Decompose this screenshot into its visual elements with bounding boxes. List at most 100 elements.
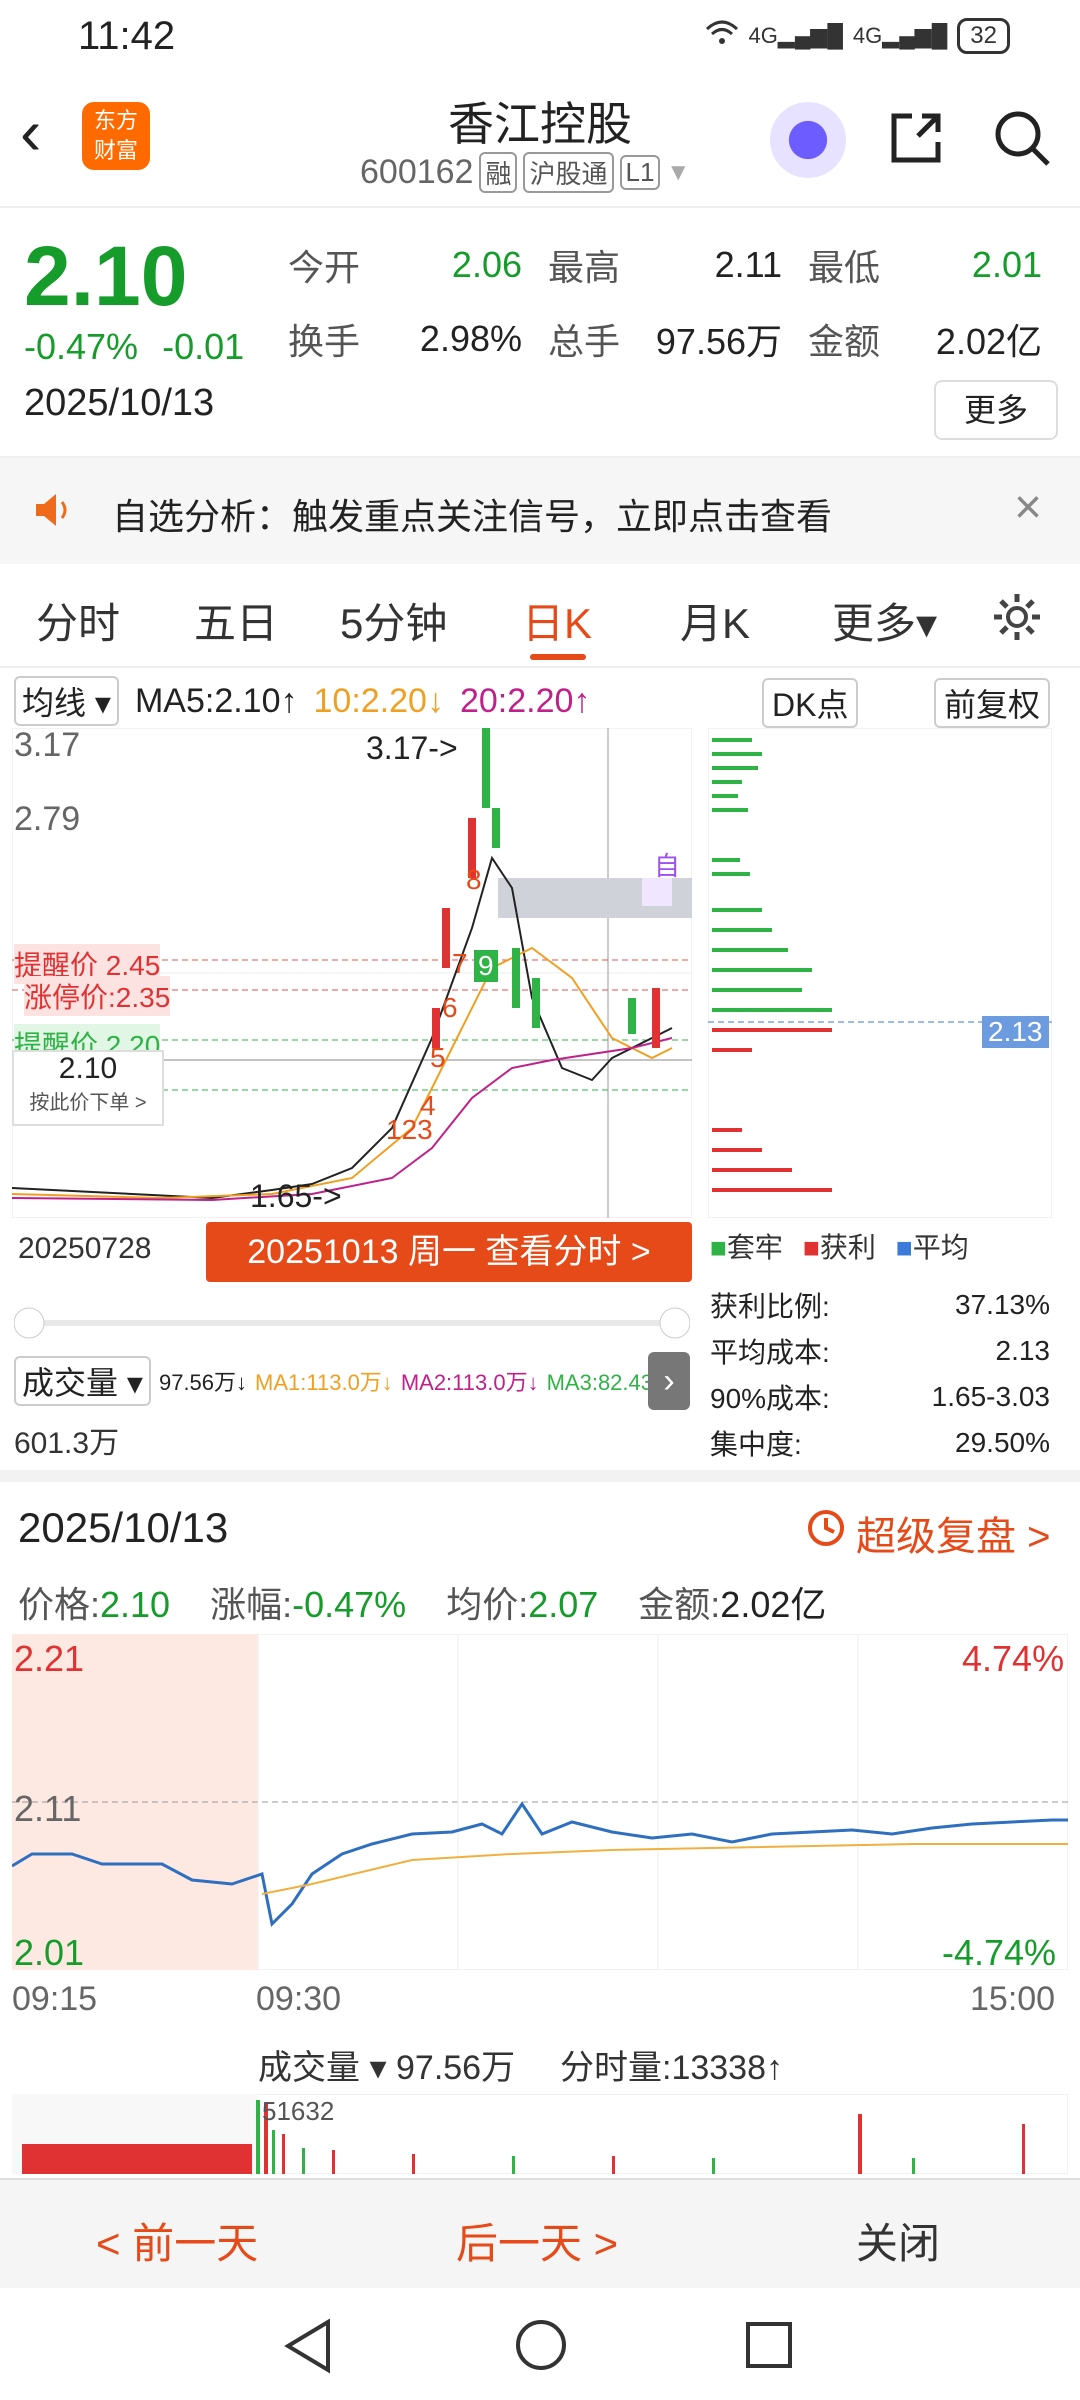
volume-indicator: 成交量 ▾ 97.56万↓ MA1:113.0万↓ MA2:113.0万↓ MA… [14,1356,686,1406]
system-nav-bar [0,2288,1080,2400]
limit-up-label: 涨停价:2.35 [24,976,171,1016]
order-price-box[interactable]: 2.10 按此价下单 > [12,1050,164,1126]
peak-marker: 3.17-> [366,730,458,766]
chip-stats: 获利比例: 37.13% 平均成本: 2.13 90%成本: 1.65-3.03 集中… [710,1282,1050,1466]
super-review-link[interactable]: 超级复盘 > [804,1504,1050,1562]
intraday-volume-select[interactable]: 成交量 ▾ [258,2040,387,2089]
intraday-volume-chart [12,2094,1068,2174]
volume-select[interactable]: 成交量 ▾ [14,1356,151,1406]
bottom-action-bar: < 前一天 后一天 > 关闭 [0,2178,1080,2290]
ma20-value: 20:2.20↑ [459,681,591,720]
stat-row: 90%成本: 1.65-3.03 [710,1381,1050,1414]
analysis-banner[interactable]: 自选分析：触发重点关注信号，立即点击查看 × [0,456,1080,564]
wifi-icon [705,19,739,53]
tab-five-day[interactable]: 五日 [194,590,278,651]
intraday-volume-total: 97.56万 [396,2049,516,2087]
close-icon[interactable]: × [1014,480,1042,535]
status-bar: 11:42 4G▂▄▆█ 4G▂▄▆█ 32 [0,0,1080,72]
time-0930: 09:30 [256,1980,342,2018]
intraday-date: 2025/10/13 [18,1504,229,1551]
prev-day-button[interactable]: < 前一天 [96,2210,258,2271]
dropdown-icon[interactable]: ▼ [666,159,690,187]
time-0915: 09:15 [12,1980,98,2018]
dk-point-toggle[interactable]: DK点 [762,678,859,728]
tab-monthly-k[interactable]: 月K [680,590,750,651]
status-time: 11:42 [78,14,176,58]
quote-date: 2025/10/13 [24,382,215,424]
speaker-icon [32,488,76,532]
chip-distribution-chart [708,728,1052,1218]
kline-scrollbar[interactable] [14,1306,690,1340]
amount-stat: 金额:2.02亿 [638,1584,827,1625]
history-icon [804,1506,848,1560]
vol-ma2: MA2:113.0万↓ [400,1370,539,1395]
ma-select[interactable]: 均线 ▾ [14,676,119,726]
chip-price-tag: 2.13 [982,1016,1049,1048]
signal-num-8: 8 [466,864,482,895]
volume-peak-label: 51632 [262,2096,335,2126]
signal-num-5: 5 [430,1042,446,1073]
change-stat: 涨幅:-0.47% [210,1584,407,1625]
intraday-stats: 价格:2.10 涨幅:-0.47% 均价:2.07 金额:2.02亿 [18,1576,826,1628]
legend-trapped: ■套牢 [710,1232,783,1263]
share-icon[interactable] [884,106,948,170]
nav-recents-icon[interactable] [744,2320,794,2375]
view-intraday-button[interactable]: 20251013 周一 查看分时 > [206,1222,692,1282]
stock-header: ‹ 东方 财富 香江控股 600162 融 沪股通 L1 ▼ [0,72,1080,208]
quote-grid: 今开 2.06 最高 2.11 最低 2.01 换手 2.98% 总手 97.56万 金额… [288,228,1068,376]
signal-icon-1: 4G▂▄▆█ [748,23,843,48]
ma5-value: MA5:2.10↑ [134,681,298,720]
intraday-panel: 2025/10/13 超级复盘 > 价格:2.10 涨幅:-0.47% 均价:2… [0,1484,1080,2184]
legend-profit: ■获利 [802,1232,876,1263]
more-button[interactable]: 更多 [934,380,1058,440]
ma-line: 均线 ▾ MA5:2.10↑ 10:2.20↓ 20:2.20↑ [14,676,590,726]
y-top-price: 2.21 [14,1638,85,1679]
kline-start-date: 20250728 [18,1232,152,1265]
chip-legend: ■套牢 ■获利 ■平均 [710,1226,969,1266]
price-stat: 价格:2.10 [18,1584,171,1625]
banner-text: 自选分析：触发重点关注信号，立即点击查看 [112,496,833,537]
ma10-value: 10:2.20↓ [313,681,444,720]
avg-stat: 均价:2.07 [446,1584,599,1625]
price-change: -0.47% -0.01 [24,326,244,368]
signal-num-6: 6 [442,992,458,1023]
y-mid-price: 2.11 [14,1788,82,1829]
kline-panel: 均线 ▾ MA5:2.10↑ 10:2.20↓ 20:2.20↑ DK点 前复权… [0,666,1080,1466]
tag-margin: 融 [479,152,518,193]
y-label-2: 2.79 [14,800,81,838]
nav-back-icon[interactable] [284,2318,332,2379]
status-icons: 4G▂▄▆█ 4G▂▄▆█ 32 [705,18,1010,54]
chart-tabs: 分时 五日 5分钟 日K 月K 更多▾ [0,562,1080,668]
signal-icon-2: 4G▂▄▆█ [852,23,948,48]
quote-panel: 2.10 -0.47% -0.01 2025/10/13 今开 2.06 最高 2.… [0,206,1080,456]
search-icon[interactable] [990,106,1054,170]
low-marker: 1.65-> [250,1178,342,1214]
tab-more[interactable]: 更多▾ [832,590,937,651]
tab-underline [530,654,586,660]
signal-num-9: 9 [474,950,498,982]
adjust-select[interactable]: 前复权 [934,678,1051,728]
tab-intraday[interactable]: 分时 [36,590,120,651]
stat-row: 集中度: 29.50% [710,1427,1050,1460]
assistant-avatar[interactable] [770,102,846,178]
tab-daily-k[interactable]: 日K [522,590,592,651]
change-abs: -0.01 [162,326,245,367]
stock-code-row: 600162 融 沪股通 L1 ▼ [360,152,690,193]
nav-home-icon[interactable] [514,2318,568,2377]
chevron-right-icon[interactable]: › [648,1352,690,1410]
vol-value: 97.56万↓ [158,1370,248,1395]
section-divider [0,1470,1080,1482]
intraday-chart[interactable] [12,1634,1068,1970]
tab-5min[interactable]: 5分钟 [340,590,447,651]
intraday-volume-now: 分时量:13338↑ [560,2049,783,2087]
quote-row: 今开 2.06 最高 2.11 最低 2.01 [288,244,1042,288]
gear-icon[interactable] [990,590,1044,644]
battery-icon: 32 [957,18,1010,54]
quote-row: 换手 2.98% 总手 97.56万 金额 2.02亿 [288,318,1042,362]
stock-code: 600162 [360,153,474,191]
tag-connect: 沪股通 [523,152,614,193]
close-button[interactable]: 关闭 [856,2210,940,2271]
signal-num-123: 123 [386,1114,433,1145]
time-1500: 15:00 [970,1980,1056,2018]
next-day-button[interactable]: 后一天 > [456,2210,618,2271]
